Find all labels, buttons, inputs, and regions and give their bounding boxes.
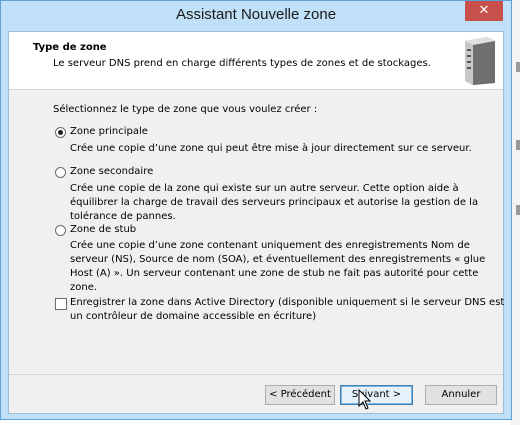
background-mark xyxy=(516,205,520,215)
zone-stub-description-line: serveur (NS), Source de nom (SOA), et év… xyxy=(70,254,486,265)
next-button[interactable]: Suivant > xyxy=(340,385,413,405)
cancel-button[interactable]: Annuler xyxy=(425,385,497,405)
background-mark xyxy=(516,140,520,150)
close-button[interactable]: ✕ xyxy=(465,1,503,21)
wizard-window: Assistant Nouvelle zone ✕ Type de zone L… xyxy=(0,0,512,420)
active-directory-checkbox[interactable] xyxy=(55,298,67,310)
title-bar[interactable]: Assistant Nouvelle zone ✕ xyxy=(1,1,511,31)
page-subtitle: Le serveur DNS prend en charge différent… xyxy=(53,58,431,69)
page-title: Type de zone xyxy=(33,42,107,53)
close-icon: ✕ xyxy=(478,3,490,18)
zone-secondaire-description-line: Crée une copie de la zone qui existe sur… xyxy=(70,183,459,194)
zone-principale-description: Crée une copie d’une zone qui peut être … xyxy=(70,143,472,154)
zone-secondaire-description-line: tolérance de pannes. xyxy=(70,211,176,222)
footer-divider xyxy=(9,374,503,375)
radio-zone-stub[interactable] xyxy=(55,225,66,236)
radio-label-zone-secondaire[interactable]: Zone secondaire xyxy=(70,165,153,179)
active-directory-label-line[interactable]: un contrôleur de domaine accessible en é… xyxy=(70,310,316,324)
zone-stub-description-line: Crée une copie d’une zone contenant uniq… xyxy=(70,240,470,251)
zone-secondaire-description-line: équilibrer la charge de travail des serv… xyxy=(70,197,479,208)
back-button[interactable]: < Précédent xyxy=(265,385,335,405)
window-title: Assistant Nouvelle zone xyxy=(175,6,337,23)
wizard-header: Type de zone Le serveur DNS prend en cha… xyxy=(9,32,503,90)
radio-zone-principale[interactable] xyxy=(55,127,66,138)
zone-type-prompt: Sélectionnez le type de zone que vous vo… xyxy=(53,104,318,115)
zone-stub-description-line: Host (A) ». Un serveur contenant une zon… xyxy=(70,268,479,279)
wizard-client-area: Type de zone Le serveur DNS prend en cha… xyxy=(8,31,504,414)
zone-stub-description-line: zone. xyxy=(70,282,98,293)
server-icon xyxy=(465,37,495,85)
background-mark xyxy=(516,62,520,72)
active-directory-label-line[interactable]: Enregistrer la zone dans Active Director… xyxy=(70,296,504,310)
mouse-cursor-icon xyxy=(358,389,372,410)
radio-label-zone-principale[interactable]: Zone principale xyxy=(70,125,148,139)
radio-zone-secondaire[interactable] xyxy=(55,167,66,178)
radio-label-zone-stub[interactable]: Zone de stub xyxy=(70,223,136,237)
